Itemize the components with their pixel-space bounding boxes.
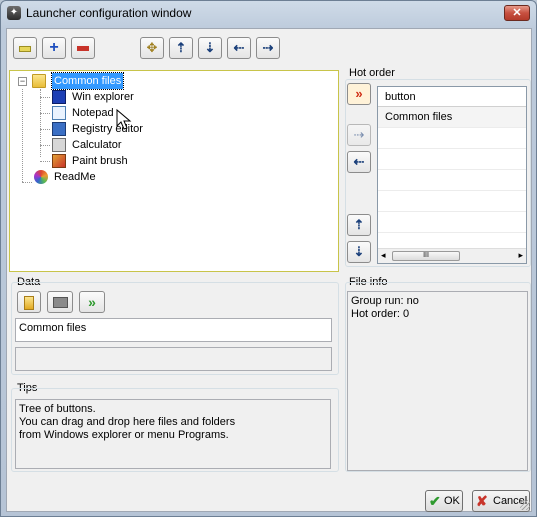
folder-icon — [52, 297, 68, 309]
tree-node-label: Notepad — [72, 107, 114, 119]
tree-connector — [40, 89, 41, 157]
file-info-pane: Group run: no Hot order: 0 — [347, 291, 528, 471]
calculator-icon — [52, 138, 66, 152]
folder-open-icon — [24, 295, 34, 310]
button-tree[interactable]: − Common files Win explorer Notepad Regi… — [9, 70, 339, 272]
horizontal-scrollbar[interactable]: ◂ III ▸ — [378, 248, 526, 263]
x-icon: ✘ — [476, 493, 488, 509]
list-item-empty — [378, 128, 526, 149]
mouse-cursor-icon — [116, 108, 132, 130]
arrow-left-icon: ⇠ — [233, 40, 245, 55]
move-up-button[interactable]: ⇡ — [169, 37, 193, 59]
arrow-right-icon: ⇢ — [262, 40, 274, 55]
folder-icon — [32, 74, 46, 88]
tree-node-label: Win explorer — [72, 91, 134, 103]
hot-order-down-button[interactable]: ⇣ — [347, 241, 371, 263]
arrow-right-icon: ⇢ — [353, 127, 365, 142]
title-bar[interactable]: ✦ Launcher configuration window ✕ — [1, 1, 536, 27]
app-icon: ✦ — [7, 6, 21, 20]
tree-connector — [40, 161, 50, 162]
check-icon: ✔ — [429, 493, 441, 509]
launcher-config-window: ✦ Launcher configuration window ✕ + ✥ ⇡ … — [0, 0, 537, 517]
tree-node-label: Common files — [50, 72, 125, 90]
window-title: Launcher configuration window — [26, 6, 192, 20]
run-button[interactable]: » — [79, 291, 105, 313]
scroll-thumb[interactable]: III — [392, 251, 460, 261]
list-item-empty — [378, 212, 526, 233]
hot-order-title: Hot order — [349, 67, 395, 79]
tree-connector — [40, 113, 50, 114]
hot-order-up-button[interactable]: ⇡ — [347, 214, 371, 236]
move-left-button[interactable]: ⇠ — [227, 37, 251, 59]
tree-node-label: Calculator — [72, 139, 122, 151]
move-right-button[interactable]: ⇢ — [256, 37, 280, 59]
arrow-down-icon: ⇣ — [353, 244, 365, 259]
scroll-left-icon[interactable]: ◂ — [381, 250, 386, 261]
arrow-up-icon: ⇡ — [175, 40, 187, 55]
group-run-text: Group run: no — [351, 295, 419, 307]
list-item-empty — [378, 191, 526, 212]
tree-connector — [40, 97, 50, 98]
scroll-right-icon[interactable]: ▸ — [518, 250, 523, 261]
browse-folder-button[interactable] — [47, 291, 73, 313]
tree-node-label: ReadMe — [54, 171, 96, 183]
hot-order-marker-button[interactable]: » — [347, 83, 371, 105]
ok-button[interactable]: ✔ OK — [425, 490, 463, 512]
move-target-button[interactable]: ✥ — [140, 37, 164, 59]
red-arrows-icon: » — [355, 86, 363, 101]
hot-order-text: Hot order: 0 — [351, 308, 410, 320]
move-down-button[interactable]: ⇣ — [198, 37, 222, 59]
readme-icon — [34, 170, 48, 184]
hot-order-remove-button[interactable]: ⇠ — [347, 151, 371, 173]
open-folder-button[interactable] — [17, 291, 41, 313]
arrow-left-icon: ⇠ — [353, 154, 365, 169]
collapse-toggle[interactable]: − — [18, 77, 27, 86]
arrow-down-icon: ⇣ — [204, 40, 216, 55]
paintbrush-icon — [52, 154, 66, 168]
run-arrows-icon: » — [88, 294, 96, 310]
registry-icon — [52, 122, 66, 136]
collapse-button[interactable] — [13, 37, 37, 59]
tips-text: Tree of buttons. You can drag and drop h… — [15, 399, 331, 469]
list-item-empty — [378, 149, 526, 170]
tree-connector — [40, 145, 50, 146]
resize-grip[interactable] — [520, 500, 530, 510]
plus-icon: + — [49, 39, 59, 56]
tree-connector — [22, 182, 32, 183]
list-item[interactable]: Common files — [378, 107, 526, 128]
explorer-icon — [52, 90, 66, 104]
target-icon: ✥ — [146, 40, 158, 55]
hot-order-add-button[interactable]: ⇢ — [347, 124, 371, 146]
remove-button[interactable] — [71, 37, 95, 59]
tree-connector — [22, 89, 23, 182]
tree-node-label: Paint brush — [72, 155, 128, 167]
list-column-header[interactable]: button — [378, 87, 526, 107]
minus-yellow-icon — [19, 45, 31, 52]
minus-icon — [77, 46, 89, 52]
hot-order-list[interactable]: button Common files ◂ III ▸ — [377, 86, 527, 264]
tree-connector — [40, 129, 50, 130]
close-button[interactable]: ✕ — [504, 5, 530, 21]
ok-label: OK — [444, 495, 460, 507]
list-item-empty — [378, 170, 526, 191]
data-secondary-field[interactable] — [15, 347, 332, 371]
data-value-input[interactable]: Common files — [15, 318, 332, 342]
arrow-up-icon: ⇡ — [353, 217, 365, 232]
notepad-icon — [52, 106, 66, 120]
add-button[interactable]: + — [42, 37, 66, 59]
client-area: + ✥ ⇡ ⇣ ⇠ ⇢ − Common files Win explorer … — [6, 28, 532, 512]
